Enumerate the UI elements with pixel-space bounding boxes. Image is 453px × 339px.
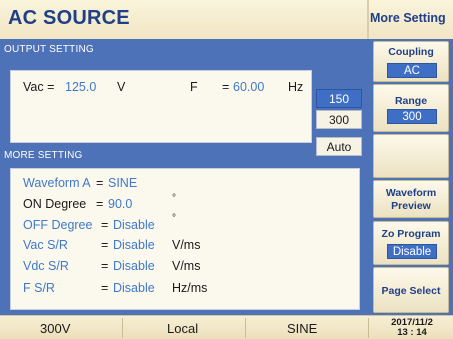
off-degree-unit: ° bbox=[172, 213, 176, 224]
waveform-a-label: Waveform A bbox=[23, 176, 91, 190]
waveform-status: SINE bbox=[287, 321, 318, 336]
off-degree-label: OFF Degree bbox=[23, 218, 93, 232]
waveform-preview-softkey[interactable]: Waveform Preview bbox=[373, 180, 449, 218]
status-divider bbox=[245, 318, 246, 338]
vac-label: Vac = bbox=[23, 80, 55, 94]
off-degree-value[interactable]: Disable bbox=[113, 218, 155, 232]
f-sr-equals: = bbox=[101, 281, 109, 295]
freq-equals: = bbox=[222, 80, 230, 94]
title-bar: AC SOURCE More Setting bbox=[0, 0, 453, 39]
vac-sr-label: Vac S/R bbox=[23, 238, 68, 252]
range-value: 300 bbox=[387, 109, 437, 124]
status-divider bbox=[368, 318, 369, 338]
freq-label: F bbox=[190, 80, 198, 94]
status-bar: 300V Local SINE 2017/11/2 13 : 14 bbox=[0, 315, 453, 339]
on-degree-equals: = bbox=[96, 197, 104, 211]
vdc-sr-equals: = bbox=[101, 259, 109, 273]
off-degree-equals: = bbox=[101, 218, 109, 232]
status-divider bbox=[122, 318, 123, 338]
vac-unit: V bbox=[117, 80, 126, 94]
zo-program-softkey[interactable]: Zo Program Disable bbox=[373, 221, 449, 265]
coupling-label: Coupling bbox=[388, 46, 434, 58]
on-degree-unit: ° bbox=[172, 193, 176, 204]
zo-program-label: Zo Program bbox=[381, 228, 441, 240]
f-sr-value[interactable]: Disable bbox=[113, 281, 155, 295]
output-setting-box bbox=[10, 70, 312, 143]
on-degree-label: ON Degree bbox=[23, 197, 87, 211]
freq-unit: Hz bbox=[288, 80, 304, 94]
vac-sr-unit: V/ms bbox=[172, 238, 201, 252]
waveform-preview-line2: Preview bbox=[391, 200, 431, 212]
page-select-softkey[interactable]: Page Select bbox=[373, 267, 449, 313]
vdc-sr-unit: V/ms bbox=[172, 259, 201, 273]
vdc-sr-value[interactable]: Disable bbox=[113, 259, 155, 273]
range-option-150[interactable]: 150 bbox=[316, 89, 362, 108]
waveform-a-equals: = bbox=[96, 176, 104, 190]
f-sr-unit: Hz/ms bbox=[172, 281, 208, 295]
vac-sr-value[interactable]: Disable bbox=[113, 238, 155, 252]
blank-softkey[interactable] bbox=[373, 134, 449, 178]
control-mode-status: Local bbox=[167, 321, 199, 336]
on-degree-value[interactable]: 90.0 bbox=[108, 197, 132, 211]
vac-value[interactable]: 125.0 bbox=[65, 80, 96, 94]
title-divider bbox=[367, 0, 369, 39]
vac-sr-equals: = bbox=[101, 238, 109, 252]
f-sr-label: F S/R bbox=[23, 281, 55, 295]
waveform-a-value[interactable]: SINE bbox=[108, 176, 137, 190]
vdc-sr-label: Vdc S/R bbox=[23, 259, 69, 273]
range-softkey[interactable]: Range 300 bbox=[373, 84, 449, 132]
zo-program-value: Disable bbox=[387, 244, 437, 259]
page-select-label: Page Select bbox=[381, 285, 441, 297]
output-setting-header: OUTPUT SETTING bbox=[4, 44, 94, 55]
range-option-auto[interactable]: Auto bbox=[316, 137, 362, 156]
freq-value[interactable]: 60.00 bbox=[233, 80, 264, 94]
coupling-value: AC bbox=[387, 63, 437, 78]
panel-title: More Setting bbox=[370, 11, 446, 25]
datetime-display: 2017/11/2 13 : 14 bbox=[372, 318, 452, 338]
range-label: Range bbox=[394, 95, 428, 107]
range-option-300[interactable]: 300 bbox=[316, 110, 362, 129]
more-setting-header: MORE SETTING bbox=[4, 150, 83, 161]
waveform-preview-line1: Waveform bbox=[385, 187, 437, 199]
coupling-softkey[interactable]: Coupling AC bbox=[373, 41, 449, 82]
time-text: 13 : 14 bbox=[397, 327, 427, 338]
app-title: AC SOURCE bbox=[8, 7, 130, 29]
voltage-range-status: 300V bbox=[40, 321, 71, 336]
